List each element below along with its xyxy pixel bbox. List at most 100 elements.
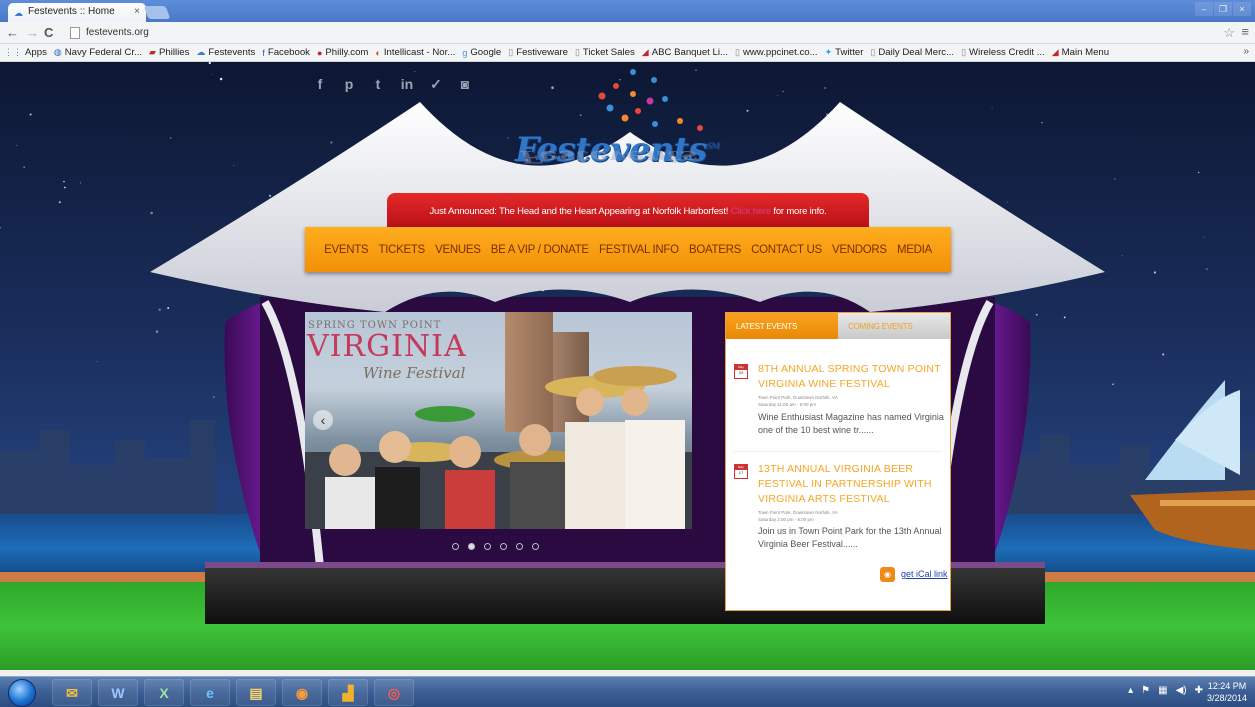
nav-item-venues[interactable]: VENUES — [435, 244, 481, 256]
event-title[interactable]: 13TH ANNUAL VIRGINIA BEER FESTIVAL IN PA… — [758, 462, 948, 507]
abc-icon: ◢ — [641, 47, 649, 57]
instagram-icon[interactable]: ◙ — [457, 76, 473, 92]
bookmarks-bar: ⋮⋮ Apps ◍ Navy Federal Cr... ▰ Phillies ☁ Feste… — [0, 44, 1255, 62]
word-icon[interactable]: W — [98, 679, 138, 706]
back-icon[interactable]: ← — [6, 25, 19, 40]
slider-dot[interactable] — [452, 543, 459, 550]
bookmark-item[interactable]: ● Philly.com — [317, 47, 368, 58]
event-divider — [734, 451, 942, 452]
checkin-icon[interactable]: ✓ — [428, 76, 444, 92]
outlook-icon[interactable]: ✉ — [52, 679, 92, 706]
page-icon: ▯ — [734, 47, 740, 57]
rss-icon[interactable]: ◉ — [880, 567, 895, 582]
social-links: f p t in ✓ ◙ — [312, 76, 473, 92]
menu-icon[interactable]: ≡ — [1241, 24, 1249, 39]
nav-item-media[interactable]: MEDIA — [897, 244, 932, 256]
close-tab-icon[interactable]: × — [134, 6, 140, 17]
bookmark-label: Phillies — [158, 47, 190, 58]
browser-tab[interactable]: ☁ Festevents :: Home × — [8, 3, 146, 22]
address-bar[interactable]: festevents.org — [64, 25, 1214, 42]
bookmark-item[interactable]: ◢ Main Menu — [1052, 47, 1109, 58]
slider-dot[interactable] — [484, 543, 491, 550]
logo-balls — [598, 69, 703, 131]
bookmark-item[interactable]: ▯ Ticket Sales — [575, 47, 635, 58]
system-tray: ▴ ⚑ ▦ ◀) ✚ — [1128, 685, 1203, 696]
network-icon[interactable]: ▦ — [1158, 685, 1167, 696]
event-title[interactable]: 8TH ANNUAL SPRING TOWN POINT VIRGINIA WI… — [758, 362, 948, 392]
bookmark-label: Twitter — [835, 47, 864, 58]
minimize-icon[interactable]: – — [1195, 2, 1213, 16]
chart-app-icon[interactable]: ▟ — [328, 679, 368, 706]
new-tab-button[interactable] — [143, 6, 171, 19]
flag-icon[interactable]: ⚑ — [1141, 685, 1150, 696]
bookmark-item[interactable]: ✦ Twitter — [825, 47, 864, 58]
linkedin-icon[interactable]: in — [399, 76, 415, 92]
browser-tab-bar: ☁ Festevents :: Home × – ❐ × — [0, 0, 1255, 22]
twitter-icon[interactable]: t — [370, 76, 386, 92]
restore-icon[interactable]: ❐ — [1214, 2, 1232, 16]
bookmark-item[interactable]: ▯ www.ppcinet.co... — [735, 47, 818, 58]
bookmark-label: Main Menu — [1061, 47, 1110, 58]
event-time: Saturday 11:00 am - 6:00 pm — [758, 402, 816, 407]
announcement-link[interactable]: Click here — [731, 206, 771, 217]
announcement-suffix: for more info. — [773, 206, 827, 217]
bookmark-label: Apps — [25, 47, 47, 58]
bookmark-item[interactable]: ☁ Festevents — [196, 47, 255, 58]
window-controls: – ❐ × — [1195, 2, 1251, 16]
internet-explorer-icon[interactable]: e — [190, 679, 230, 706]
browser-toolbar: ← → C festevents.org ☆ ≡ — [0, 22, 1255, 44]
page-icon: ▯ — [961, 47, 967, 57]
ical-link[interactable]: get iCal link — [901, 569, 948, 579]
bookmark-item[interactable]: f Facebook — [262, 47, 310, 58]
excel-icon[interactable]: X — [144, 679, 184, 706]
slider-prev-icon[interactable]: ‹ — [313, 410, 333, 430]
bookmarks-more-icon[interactable]: » — [1243, 46, 1249, 57]
taskbar-apps: ✉ W X e ▤ ◉ ▟ ◎ — [52, 679, 414, 706]
bookmark-item[interactable]: g Google — [462, 47, 501, 58]
event-description: Join us in Town Point Park for the 13th … — [758, 526, 942, 549]
slide-title-line3: Wine Festival — [363, 364, 466, 382]
pinterest-icon[interactable]: p — [341, 76, 357, 92]
nav-item-events[interactable]: EVENTS — [324, 244, 368, 256]
tab-latest-events[interactable]: LATEST EVENTS — [726, 313, 838, 339]
reload-icon[interactable]: C — [44, 25, 53, 40]
bookmark-item[interactable]: ▯ Wireless Credit ... — [961, 47, 1045, 58]
file-explorer-icon[interactable]: ▤ — [236, 679, 276, 706]
bookmark-item[interactable]: ▯ Festiveware — [508, 47, 568, 58]
event-location: Town Point Park, Downtown Norfolk, VA — [758, 395, 838, 400]
nav-item-vendors[interactable]: VENDORS — [832, 244, 887, 256]
bookmark-label: Festevents — [208, 47, 256, 58]
volume-icon[interactable]: ◀) — [1176, 685, 1187, 696]
phillies-icon: ▰ — [149, 47, 156, 57]
slider-dot[interactable] — [468, 543, 475, 550]
bookmark-item[interactable]: ▯ Daily Deal Merc... — [870, 47, 954, 58]
bookmark-item[interactable]: ◍ Navy Federal Cr... — [54, 47, 142, 58]
nav-item-festival-info[interactable]: FESTIVAL INFO — [599, 244, 679, 256]
tab-coming-events[interactable]: COMING EVENTS — [838, 313, 950, 339]
nav-item-be-a-vip-donate[interactable]: BE A VIP / DONATE — [491, 244, 589, 256]
nav-item-contact-us[interactable]: CONTACT US — [751, 244, 822, 256]
nav-item-tickets[interactable]: TICKETS — [378, 244, 424, 256]
bookmark-star-icon[interactable]: ☆ — [1223, 25, 1235, 41]
firefox-icon[interactable]: ◉ — [282, 679, 322, 706]
chrome-icon[interactable]: ◎ — [374, 679, 414, 706]
close-window-icon[interactable]: × — [1233, 2, 1251, 16]
bookmark-label: www.ppcinet.co... — [742, 47, 818, 58]
nav-item-boaters[interactable]: BOATERS — [689, 244, 741, 256]
update-icon[interactable]: ✚ — [1195, 685, 1203, 696]
tray-expand-icon[interactable]: ▴ — [1128, 685, 1133, 696]
bookmark-item[interactable]: ⋮⋮ Apps — [4, 47, 47, 58]
event-description: Wine Enthusiast Magazine has named Virgi… — [758, 412, 944, 435]
event-time: Saturday 2:00 pm - 8:00 pm — [758, 517, 814, 522]
bookmark-item[interactable]: ◢ ABC Banquet Li... — [642, 47, 728, 58]
hero-slider[interactable]: SPRING TOWN POINT VIRGINIA Wine Festival… — [305, 312, 692, 529]
taskbar-clock[interactable]: 12:24 PM 3/28/2014 — [1207, 680, 1247, 704]
slider-dot[interactable] — [532, 543, 539, 550]
bookmark-item[interactable]: ▰ Phillies — [149, 47, 189, 58]
bookmark-item[interactable]: ◐ Intellicast - Nor... — [375, 47, 455, 58]
slider-dot[interactable] — [500, 543, 507, 550]
slider-dot[interactable] — [516, 543, 523, 550]
facebook-icon[interactable]: f — [312, 76, 328, 92]
forward-icon[interactable]: → — [26, 25, 39, 40]
start-button[interactable] — [8, 679, 36, 707]
